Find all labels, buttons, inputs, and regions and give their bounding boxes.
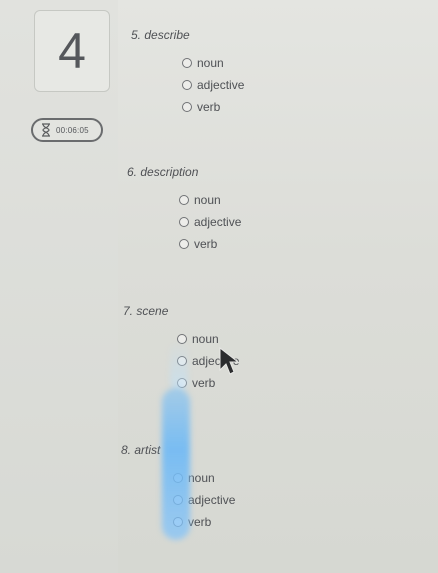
- option-label: adjective: [188, 493, 236, 507]
- option-label: noun: [194, 193, 221, 207]
- mouse-cursor-icon: [219, 346, 240, 375]
- option-adjective[interactable]: adjective: [182, 74, 244, 96]
- option-label: adjective: [197, 78, 245, 92]
- option-label: noun: [188, 471, 215, 485]
- question-number: 4: [58, 23, 86, 79]
- option-label: adjective: [194, 215, 242, 229]
- left-panel: 4 00:06:05: [0, 0, 118, 573]
- question-title: 7. scene: [123, 304, 169, 318]
- radio-button[interactable]: [182, 58, 192, 68]
- question-5: 5. describe noun adjective verb: [131, 28, 244, 118]
- option-verb[interactable]: verb: [179, 233, 241, 255]
- radio-button[interactable]: [182, 80, 192, 90]
- option-verb[interactable]: verb: [182, 96, 244, 118]
- option-label: verb: [188, 515, 212, 529]
- radio-button[interactable]: [179, 239, 189, 249]
- timer-text: 00:06:05: [56, 125, 89, 135]
- option-noun[interactable]: noun: [182, 52, 244, 74]
- option-label: verb: [192, 376, 216, 390]
- screen-glare: [162, 388, 190, 540]
- hourglass-icon: [42, 123, 50, 137]
- question-number-box: 4: [34, 10, 110, 92]
- option-label: noun: [197, 56, 224, 70]
- option-label: noun: [192, 332, 219, 346]
- option-adjective[interactable]: adjective: [179, 211, 241, 233]
- question-title: 5. describe: [131, 28, 190, 42]
- screen-glare-top: [170, 340, 188, 390]
- quiz-screen: 4 00:06:05 5. describe noun adjective ve…: [0, 0, 438, 573]
- radio-button[interactable]: [182, 102, 192, 112]
- question-6: 6. description noun adjective verb: [127, 165, 241, 255]
- timer-badge: 00:06:05: [31, 118, 103, 142]
- radio-button[interactable]: [179, 217, 189, 227]
- question-title: 6. description: [127, 165, 199, 179]
- option-label: verb: [197, 100, 221, 114]
- option-label: verb: [194, 237, 218, 251]
- radio-button[interactable]: [179, 195, 189, 205]
- option-noun[interactable]: noun: [179, 189, 241, 211]
